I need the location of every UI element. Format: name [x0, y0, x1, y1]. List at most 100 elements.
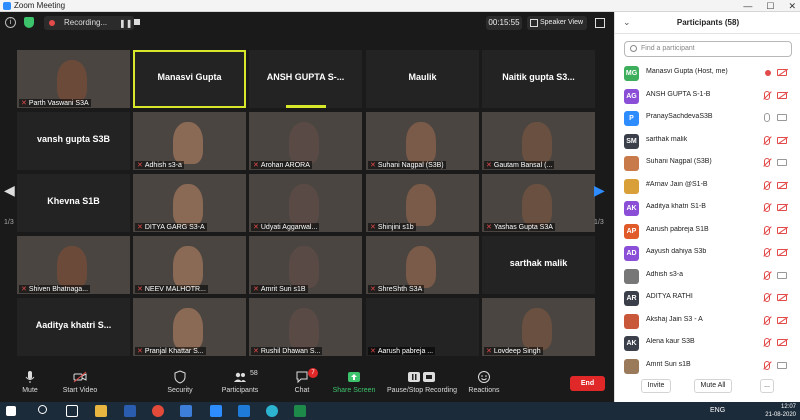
mic-muted-icon[interactable]: [764, 248, 770, 257]
video-tile[interactable]: Khevna S1B: [17, 174, 130, 232]
mute-all-button[interactable]: Mute All: [694, 379, 732, 393]
edge-icon[interactable]: [266, 405, 278, 417]
close-button[interactable]: ✕: [788, 0, 796, 12]
zoom-taskbar-icon[interactable]: [210, 405, 222, 417]
camera-icon[interactable]: [777, 159, 787, 166]
mic-muted-icon[interactable]: [764, 225, 770, 235]
video-tile[interactable]: ✕ Rushil Dhawan S...: [249, 298, 362, 356]
mic-muted-icon[interactable]: [764, 203, 770, 212]
mic-muted-icon[interactable]: [764, 315, 770, 325]
excel-icon[interactable]: [294, 405, 306, 417]
word-icon[interactable]: [124, 405, 136, 417]
participants-button[interactable]: 58 Participants: [210, 370, 270, 394]
video-tile[interactable]: ✕ Parth Vaswani S3A: [17, 50, 130, 108]
mic-muted-icon[interactable]: [764, 360, 770, 370]
reactions-button[interactable]: Reactions: [454, 370, 514, 394]
mic-muted-icon[interactable]: [764, 180, 770, 190]
share-screen-button[interactable]: Share Screen: [324, 370, 384, 394]
chrome-icon[interactable]: [152, 405, 164, 417]
participant-row[interactable]: AK Alena kaur S3B: [615, 332, 800, 355]
pause-stop-recording-button[interactable]: Pause/Stop Recording: [380, 370, 464, 394]
camera-off-icon[interactable]: [777, 339, 787, 346]
camera-icon[interactable]: [777, 361, 787, 369]
fullscreen-icon[interactable]: [595, 18, 605, 28]
video-tile[interactable]: Maulik: [366, 50, 479, 108]
participant-row[interactable]: AK Aaditya khatri S1-B: [615, 197, 800, 220]
mic-muted-icon[interactable]: [764, 338, 770, 347]
video-tile[interactable]: ✕ DITYA GARG S3-A: [133, 174, 246, 232]
video-tile[interactable]: ✕ Pranjal Khattar S...: [133, 298, 246, 356]
video-tile[interactable]: Naitik gupta S3...: [482, 50, 595, 108]
video-tile[interactable]: ✕ Lovdeep Singh: [482, 298, 595, 356]
video-tile[interactable]: ✕ Shiven Bhatnaga...: [17, 236, 130, 294]
participant-row[interactable]: AP Aarush pabreja S1B: [615, 220, 800, 243]
camera-off-icon[interactable]: [777, 91, 787, 99]
video-tile[interactable]: ✕ Adhish s3-a: [133, 112, 246, 170]
security-button[interactable]: Security: [150, 370, 210, 394]
recording-pause-button[interactable]: ❚❚: [119, 19, 132, 28]
mail-icon[interactable]: [238, 405, 250, 417]
video-tile[interactable]: ✕ Yashas Gupta S3A: [482, 174, 595, 232]
participant-row[interactable]: P PranaySachdevaS3B: [615, 107, 800, 130]
camera-off-icon[interactable]: [777, 204, 787, 211]
encryption-shield-icon[interactable]: [24, 17, 34, 28]
participant-row[interactable]: AG ANSH GUPTA S-1-B: [615, 85, 800, 108]
camera-off-icon[interactable]: [777, 226, 787, 234]
camera-off-icon[interactable]: [777, 69, 787, 76]
recording-stop-button[interactable]: [134, 19, 140, 25]
participant-row[interactable]: Akshaj Jain S3 - A: [615, 310, 800, 333]
recording-status-icon[interactable]: [765, 70, 771, 76]
video-tile[interactable]: ANSH GUPTA S-...: [249, 50, 362, 108]
chat-button[interactable]: 7 Chat: [272, 368, 332, 394]
video-tile[interactable]: ✕ ShreShth S3A: [366, 236, 479, 294]
mic-muted-icon[interactable]: [764, 135, 770, 145]
more-options-button[interactable]: ...: [760, 379, 774, 393]
end-meeting-button[interactable]: End: [570, 376, 605, 391]
camera-off-icon[interactable]: [777, 181, 787, 189]
video-tile[interactable]: ✕ Udyati Aggarwal...: [249, 174, 362, 232]
video-tile[interactable]: ✕ Suhani Nagpal (S3B): [366, 112, 479, 170]
participant-row[interactable]: Adhish s3-a: [615, 265, 800, 288]
camera-off-icon[interactable]: [777, 294, 787, 301]
video-tile[interactable]: ✕ Gautam Bansal (...: [482, 112, 595, 170]
camera-off-icon[interactable]: [777, 136, 787, 144]
camera-icon[interactable]: [777, 114, 787, 121]
task-view-icon[interactable]: [66, 405, 78, 417]
video-tile[interactable]: sarthak malik: [482, 236, 595, 294]
mic-muted-icon[interactable]: [764, 90, 770, 100]
participant-search-input[interactable]: Find a participant: [624, 41, 792, 57]
mic-icon[interactable]: [764, 113, 770, 122]
maximize-button[interactable]: ☐: [766, 0, 774, 12]
video-tile[interactable]: ✕ NEEV MALHOTR...: [133, 236, 246, 294]
video-tile[interactable]: Manasvi Gupta: [133, 50, 246, 108]
video-tile[interactable]: ✕ Arohan ARORA: [249, 112, 362, 170]
camera-off-icon[interactable]: [777, 249, 787, 256]
video-tile[interactable]: ✕ Aarush pabreja ...: [366, 298, 479, 356]
participant-row[interactable]: Suhani Nagpal (S3B): [615, 152, 800, 175]
system-clock[interactable]: 12:07 21-08-2020: [765, 403, 796, 419]
minimize-button[interactable]: —: [743, 0, 752, 12]
participant-row[interactable]: #Arnav Jain @S1-B: [615, 175, 800, 198]
camera-off-icon[interactable]: [777, 316, 787, 324]
windows-start-icon[interactable]: [6, 406, 16, 416]
next-page-arrow-icon[interactable]: ▶: [594, 182, 605, 199]
mic-muted-icon[interactable]: [764, 293, 770, 302]
video-tile[interactable]: vansh gupta S3B: [17, 112, 130, 170]
start-video-button[interactable]: Start Video: [50, 370, 110, 394]
video-tile[interactable]: ✕ Amrit Suri s1B: [249, 236, 362, 294]
video-tile[interactable]: Aaditya khatri S...: [17, 298, 130, 356]
invite-button[interactable]: Invite: [641, 379, 671, 393]
camera-icon[interactable]: [777, 271, 787, 279]
taskbar-search-icon[interactable]: [38, 405, 47, 414]
store-icon[interactable]: [180, 405, 192, 417]
speaker-view-button[interactable]: Speaker View: [527, 16, 587, 30]
input-language[interactable]: ENG: [710, 407, 725, 414]
participant-row[interactable]: AD Aayush dahiya S3b: [615, 242, 800, 265]
previous-page-arrow-icon[interactable]: ◀: [4, 182, 15, 199]
participant-row[interactable]: SM sarthak malik: [615, 130, 800, 153]
participant-row[interactable]: MG Manasvi Gupta (Host, me): [615, 62, 800, 85]
video-tile[interactable]: ✕ Shinjini s1b: [366, 174, 479, 232]
meeting-info-icon[interactable]: i: [5, 17, 16, 28]
mic-muted-icon[interactable]: [764, 158, 770, 167]
participant-row[interactable]: AR ADITYA RATHI: [615, 287, 800, 310]
